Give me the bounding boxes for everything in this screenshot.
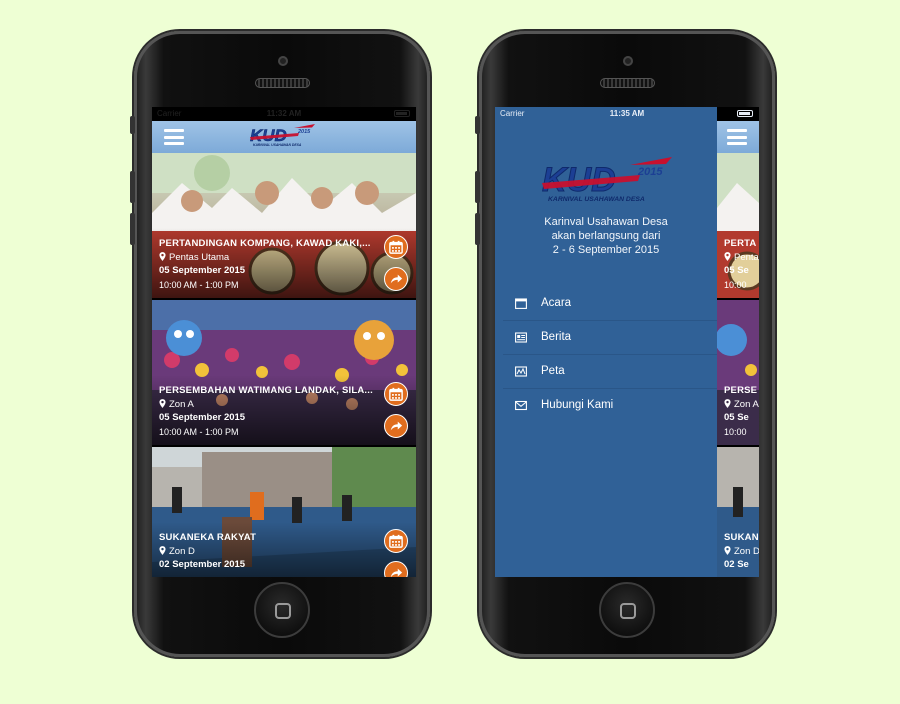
add-to-calendar-button[interactable]	[384, 529, 408, 553]
phone-right: PERTA Penta 05 Se 10:00 PERSE Zon A 05 S…	[475, 31, 775, 657]
event-card[interactable]: PERSEMBAHAN WATIMANG LANDAK, SILA... Zon…	[152, 300, 416, 445]
event-date: 02 Se	[724, 559, 749, 570]
menu-item-peta[interactable]: Peta	[503, 355, 717, 389]
menu-item-label: Peta	[541, 365, 565, 377]
calendar-icon	[389, 534, 403, 548]
add-to-calendar-button[interactable]	[384, 235, 408, 259]
hamburger-menu-icon[interactable]	[164, 129, 184, 145]
event-date: 05 Se	[724, 412, 749, 423]
event-title: PERSEMBAHAN WATIMANG LANDAK, SILA...	[159, 385, 373, 396]
event-location: Zon D	[724, 546, 759, 557]
event-photo	[717, 153, 759, 298]
location-pin-icon	[159, 546, 166, 555]
volume-down-button	[130, 213, 135, 245]
menu-item-acara[interactable]: Acara	[503, 287, 717, 321]
event-location: Penta	[724, 252, 759, 263]
side-drawer: Karinval Usahawan Desa akan berlangsung …	[495, 107, 717, 577]
event-location: Zon D	[159, 546, 195, 557]
kud-logo	[537, 155, 679, 211]
status-bar: Carrier 11:35 AM	[495, 107, 759, 121]
event-title: PERTA	[724, 238, 757, 249]
event-date: 02 September 2015	[159, 559, 246, 570]
event-time: 10:00	[724, 280, 747, 290]
event-time: 10:00 AM - 1:00 PM	[159, 280, 239, 290]
menu-item-hubungi-kami[interactable]: Hubungi Kami	[503, 389, 717, 423]
screen-event-list: Carrier 11:32 AM PERTANDINGAN KOMPANG, K…	[152, 107, 416, 577]
app-header	[152, 121, 416, 153]
newspaper-icon	[515, 332, 527, 343]
event-list: PERTANDINGAN KOMPANG, KAWAD KAKI,... Pen…	[152, 153, 416, 577]
event-card[interactable]: SUKAN Zon D 02 Se	[717, 447, 759, 577]
mute-switch	[130, 116, 135, 134]
event-time: 10:00 AM - 1:00 PM	[159, 427, 239, 437]
kud-logo	[247, 123, 319, 151]
calendar-icon	[515, 298, 527, 309]
status-bar: Carrier 11:32 AM	[152, 107, 416, 121]
share-icon	[389, 419, 403, 433]
drawer-menu: Acara Berita Peta Hubungi Kami	[503, 287, 717, 423]
menu-item-label: Acara	[541, 297, 572, 309]
menu-item-label: Berita	[541, 331, 572, 343]
event-title: PERSE	[724, 385, 758, 396]
envelope-icon	[515, 400, 527, 411]
volume-up-button	[475, 171, 480, 203]
event-card[interactable]: PERTANDINGAN KOMPANG, KAWAD KAKI,... Pen…	[152, 153, 416, 298]
menu-item-label: Hubungi Kami	[541, 399, 614, 411]
clock: 11:32 AM	[266, 109, 302, 118]
event-card[interactable]: PERTA Penta 05 Se 10:00	[717, 153, 759, 298]
front-camera	[278, 56, 288, 66]
front-camera	[623, 56, 633, 66]
share-icon	[389, 566, 403, 577]
menu-item-berita[interactable]: Berita	[503, 321, 717, 355]
event-location: Zon A	[724, 399, 759, 410]
mute-switch	[475, 116, 480, 134]
tagline-line: akan berlangsung dari	[551, 230, 661, 242]
share-button[interactable]	[384, 414, 408, 438]
earpiece-speaker	[255, 78, 310, 88]
event-date: 05 September 2015	[159, 265, 246, 276]
volume-down-button	[475, 213, 480, 245]
battery-icon	[737, 110, 753, 117]
event-location: Zon A	[159, 399, 194, 410]
location-pin-icon	[724, 399, 731, 408]
home-button[interactable]	[599, 582, 655, 638]
event-title: SUKANEKA RAKYAT	[159, 532, 257, 543]
event-date: 05 Se	[724, 265, 749, 276]
screen-side-menu: PERTA Penta 05 Se 10:00 PERSE Zon A 05 S…	[495, 107, 759, 577]
event-photo	[717, 447, 759, 577]
event-date: 05 September 2015	[159, 412, 246, 423]
volume-up-button	[130, 171, 135, 203]
event-photo	[717, 300, 759, 445]
add-to-calendar-button[interactable]	[384, 382, 408, 406]
battery-icon	[394, 110, 410, 117]
phone-left: Carrier 11:32 AM PERTANDINGAN KOMPANG, K…	[130, 31, 430, 657]
location-pin-icon	[724, 252, 731, 261]
location-pin-icon	[159, 399, 166, 408]
main-content-peek[interactable]: PERTA Penta 05 Se 10:00 PERSE Zon A 05 S…	[717, 107, 759, 577]
event-title: SUKAN	[724, 532, 759, 543]
event-location: Pentas Utama	[159, 252, 229, 263]
hamburger-menu-icon[interactable]	[727, 129, 747, 145]
event-card[interactable]: PERSE Zon A 05 Se 10:00	[717, 300, 759, 445]
earpiece-speaker	[600, 78, 655, 88]
tagline-line: 2 - 6 September 2015	[552, 244, 660, 256]
event-card[interactable]: SUKANEKA RAKYAT Zon D 02 September 2015	[152, 447, 416, 577]
share-icon	[389, 272, 403, 286]
tagline-line: Karinval Usahawan Desa	[544, 216, 668, 228]
event-title: PERTANDINGAN KOMPANG, KAWAD KAKI,...	[159, 238, 371, 249]
location-pin-icon	[724, 546, 731, 555]
app-header	[717, 121, 759, 153]
home-button[interactable]	[254, 582, 310, 638]
event-time: 10:00	[724, 427, 747, 437]
calendar-icon	[389, 240, 403, 254]
clock: 11:35 AM	[609, 109, 645, 118]
share-button[interactable]	[384, 267, 408, 291]
map-icon	[515, 366, 527, 377]
location-pin-icon	[159, 252, 166, 261]
calendar-icon	[389, 387, 403, 401]
